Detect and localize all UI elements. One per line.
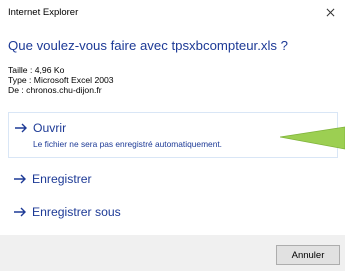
- file-info: Taille : 4,96 Ko Type : Microsoft Excel …: [8, 65, 114, 95]
- save-label: Enregistrer: [32, 172, 92, 186]
- open-description: Le fichier ne sera pas enregistré automa…: [33, 139, 223, 149]
- cancel-button[interactable]: Annuler: [276, 245, 340, 265]
- close-button[interactable]: [315, 0, 345, 24]
- arrow-right-icon: [15, 123, 28, 133]
- close-icon: [326, 8, 334, 16]
- file-source: De : chronos.chu-dijon.fr: [8, 85, 102, 95]
- arrow-right-icon: [14, 174, 27, 184]
- arrow-right-icon: [14, 207, 27, 217]
- dialog-footer: Annuler: [0, 235, 345, 271]
- file-size: Taille : 4,96 Ko: [8, 65, 65, 75]
- window-title: Internet Explorer: [8, 7, 79, 18]
- annotation-pointer: [280, 126, 345, 150]
- save-as-label: Enregistrer sous: [32, 205, 121, 219]
- file-type: Type : Microsoft Excel 2003: [8, 75, 114, 85]
- title-bar: Internet Explorer: [0, 0, 345, 26]
- open-label: Ouvrir: [33, 121, 67, 135]
- dialog-question: Que voulez-vous faire avec tpsxbcompteur…: [8, 38, 289, 53]
